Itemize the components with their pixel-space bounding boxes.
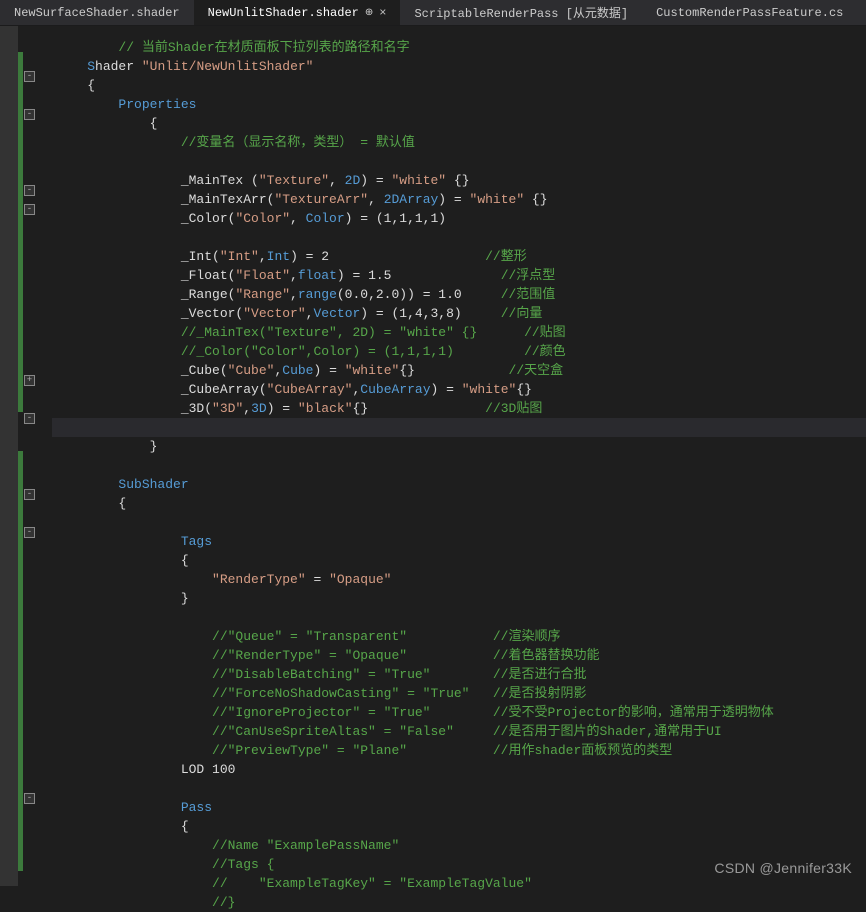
tab-bar: NewSurfaceShader.shader NewUnlitShader.s… xyxy=(0,0,866,26)
code-line[interactable]: //Name "ExamplePassName" xyxy=(56,836,866,855)
fold-toggle[interactable]: - xyxy=(24,204,35,215)
tab-scriptable-render[interactable]: ScriptableRenderPass [从元数据] xyxy=(400,0,642,25)
fold-toggle[interactable]: - xyxy=(24,527,35,538)
change-indicator xyxy=(18,52,23,412)
code-line[interactable]: { xyxy=(56,494,866,513)
fold-toggle[interactable]: - xyxy=(24,185,35,196)
code-line[interactable] xyxy=(56,779,866,798)
code-line[interactable]: //} xyxy=(56,893,866,912)
code-line[interactable]: //"RenderType" = "Opaque" //着色器替换功能 xyxy=(56,646,866,665)
code-line[interactable] xyxy=(56,228,866,247)
code-line[interactable]: "RenderType" = "Opaque" xyxy=(56,570,866,589)
code-line[interactable]: //_Color("Color",Color) = (1,1,1,1) //颜色 xyxy=(56,342,866,361)
tab-label: CustomRenderPassFeature.cs xyxy=(656,6,843,20)
close-icon[interactable]: × xyxy=(379,6,386,20)
fold-toggle[interactable]: - xyxy=(24,489,35,500)
code-line[interactable]: _Cube("Cube",Cube) = "white"{} //天空盒 xyxy=(56,361,866,380)
code-line[interactable]: _Range("Range",range(0.0,2.0)) = 1.0 //范… xyxy=(56,285,866,304)
code-line[interactable]: _MainTexArr("TextureArr", 2DArray) = "wh… xyxy=(56,190,866,209)
code-line[interactable]: //"Queue" = "Transparent" //渲染顺序 xyxy=(56,627,866,646)
tab-label: NewUnlitShader.shader xyxy=(208,6,359,20)
code-line[interactable]: _3D("3D",3D) = "black"{} //3D贴图 xyxy=(56,399,866,418)
fold-toggle[interactable]: - xyxy=(24,109,35,120)
code-line[interactable]: { xyxy=(56,817,866,836)
code-line[interactable]: Shader "Unlit/NewUnlitShader" xyxy=(56,57,866,76)
code-line[interactable]: _Float("Float",float) = 1.5 //浮点型 xyxy=(56,266,866,285)
tab-label: NewSurfaceShader.shader xyxy=(14,6,180,20)
change-indicator xyxy=(18,451,23,871)
code-line[interactable]: //"DisableBatching" = "True" //是否进行合批 xyxy=(56,665,866,684)
tab-surface-shader[interactable]: NewSurfaceShader.shader xyxy=(0,0,194,25)
code-line[interactable]: _Vector("Vector",Vector) = (1,4,3,8) //向… xyxy=(56,304,866,323)
breakpoint-margin[interactable] xyxy=(0,26,18,886)
code-line[interactable]: } xyxy=(56,589,866,608)
tab-label: ScriptableRenderPass [从元数据] xyxy=(414,4,628,21)
fold-toggle[interactable]: - xyxy=(24,793,35,804)
editor-area: - - - - + - - - - // 当前Shader在材质面板下拉列表的路径和名字 Sha… xyxy=(0,26,866,886)
pin-icon[interactable]: ⊕ xyxy=(365,7,373,19)
code-line[interactable] xyxy=(56,456,866,475)
gutter[interactable]: - - - - + - - - - xyxy=(18,26,52,886)
code-line[interactable]: Properties xyxy=(56,95,866,114)
code-line[interactable] xyxy=(56,152,866,171)
code-line[interactable]: { xyxy=(56,114,866,133)
fold-toggle[interactable]: + xyxy=(24,375,35,386)
code-line[interactable]: //"CanUseSpriteAltas" = "False" //是否用于图片… xyxy=(56,722,866,741)
fold-toggle[interactable]: - xyxy=(24,413,35,424)
code-line[interactable]: _Int("Int",Int) = 2 //整形 xyxy=(56,247,866,266)
code-line[interactable]: Pass xyxy=(56,798,866,817)
tab-custom-render-feature[interactable]: CustomRenderPassFeature.cs xyxy=(642,0,857,25)
code-line[interactable]: SubShader xyxy=(56,475,866,494)
code-line[interactable]: // 当前Shader在材质面板下拉列表的路径和名字 xyxy=(56,38,866,57)
fold-toggle[interactable]: - xyxy=(24,71,35,82)
code-line[interactable]: _MainTex ("Texture", 2D) = "white" {} xyxy=(56,171,866,190)
code-line[interactable]: LOD 100 xyxy=(56,760,866,779)
code-line[interactable]: Tags xyxy=(56,532,866,551)
code-line[interactable]: } xyxy=(56,437,866,456)
tab-unlit-shader[interactable]: NewUnlitShader.shader ⊕ × xyxy=(194,0,401,25)
cursor-line-highlight xyxy=(52,418,866,437)
code-line[interactable]: //"ForceNoShadowCasting" = "True" //是否投射… xyxy=(56,684,866,703)
code-line[interactable] xyxy=(56,608,866,627)
code-line[interactable]: //_MainTex("Texture", 2D) = "white" {} /… xyxy=(56,323,866,342)
code-line[interactable] xyxy=(56,513,866,532)
code-line[interactable]: { xyxy=(56,76,866,95)
code-line[interactable]: //"IgnoreProjector" = "True" //受不受Projec… xyxy=(56,703,866,722)
code-line[interactable]: // "ExampleTagKey" = "ExampleTagValue" xyxy=(56,874,866,893)
code-line[interactable]: //"PreviewType" = "Plane" //用作shader面板预览… xyxy=(56,741,866,760)
watermark: CSDN @Jennifer33K xyxy=(714,860,852,876)
code-line[interactable]: _Color("Color", Color) = (1,1,1,1) xyxy=(56,209,866,228)
code-line[interactable]: //变量名（显示名称，类型） = 默认值 xyxy=(56,133,866,152)
code-line[interactable]: { xyxy=(56,551,866,570)
code-line[interactable]: _CubeArray("CubeArray",CubeArray) = "whi… xyxy=(56,380,866,399)
code-area[interactable]: // 当前Shader在材质面板下拉列表的路径和名字 Shader "Unlit… xyxy=(52,26,866,886)
